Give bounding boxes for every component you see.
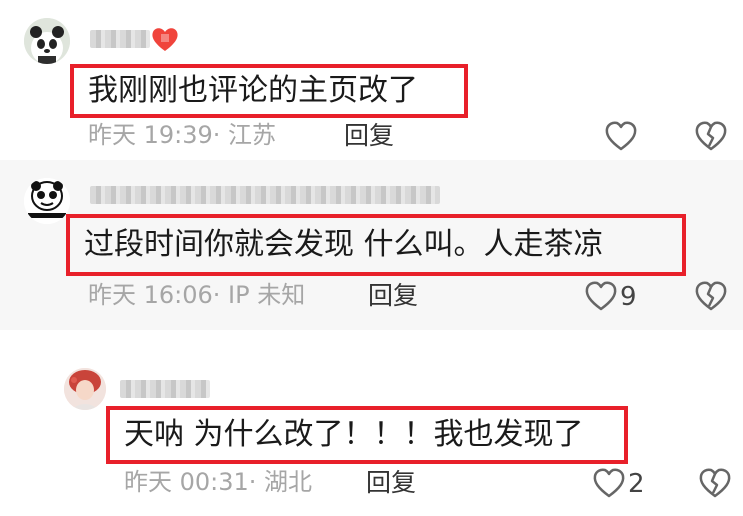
comment-text-highlight: 过段时间你就会发现 什么叫。人走茶凉	[66, 214, 686, 276]
dislike-broken-heart-icon[interactable]	[698, 467, 732, 499]
dislike-broken-heart-icon[interactable]	[694, 120, 728, 152]
like-count: 2	[628, 469, 645, 499]
like-count: 9	[620, 282, 637, 312]
panda-avatar[interactable]	[24, 18, 70, 64]
comment-text-highlight: 天呐 为什么改了！！！我也发现了	[106, 406, 628, 464]
username-blurred[interactable]	[90, 186, 440, 204]
reply-button[interactable]: 回复	[368, 283, 418, 308]
dislike-broken-heart-icon[interactable]	[694, 280, 728, 312]
like-heart-icon[interactable]	[584, 280, 618, 312]
username-blurred[interactable]	[90, 30, 150, 48]
meme-avatar[interactable]	[24, 178, 70, 224]
reply-button[interactable]: 回复	[366, 470, 416, 495]
heart-badge-icon	[150, 25, 180, 53]
username-blurred[interactable]	[120, 380, 210, 398]
comment-text: 天呐 为什么改了！！！我也发现了	[124, 417, 584, 452]
comment-timestamp: 昨天 16:06· IP 未知	[88, 281, 306, 309]
user-photo-avatar[interactable]	[64, 368, 106, 410]
reply-button[interactable]: 回复	[344, 123, 394, 148]
like-heart-icon[interactable]	[604, 120, 638, 152]
comment-timestamp: 昨天 19:39· 江苏	[88, 121, 277, 149]
like-heart-icon[interactable]	[592, 467, 626, 499]
comment-timestamp: 昨天 00:31· 湖北	[124, 468, 313, 496]
comment-text: 我刚刚也评论的主页改了	[88, 73, 418, 108]
comment-text: 过段时间你就会发现 什么叫。人走茶凉	[84, 227, 604, 262]
comment-text-highlight: 我刚刚也评论的主页改了	[70, 64, 468, 118]
